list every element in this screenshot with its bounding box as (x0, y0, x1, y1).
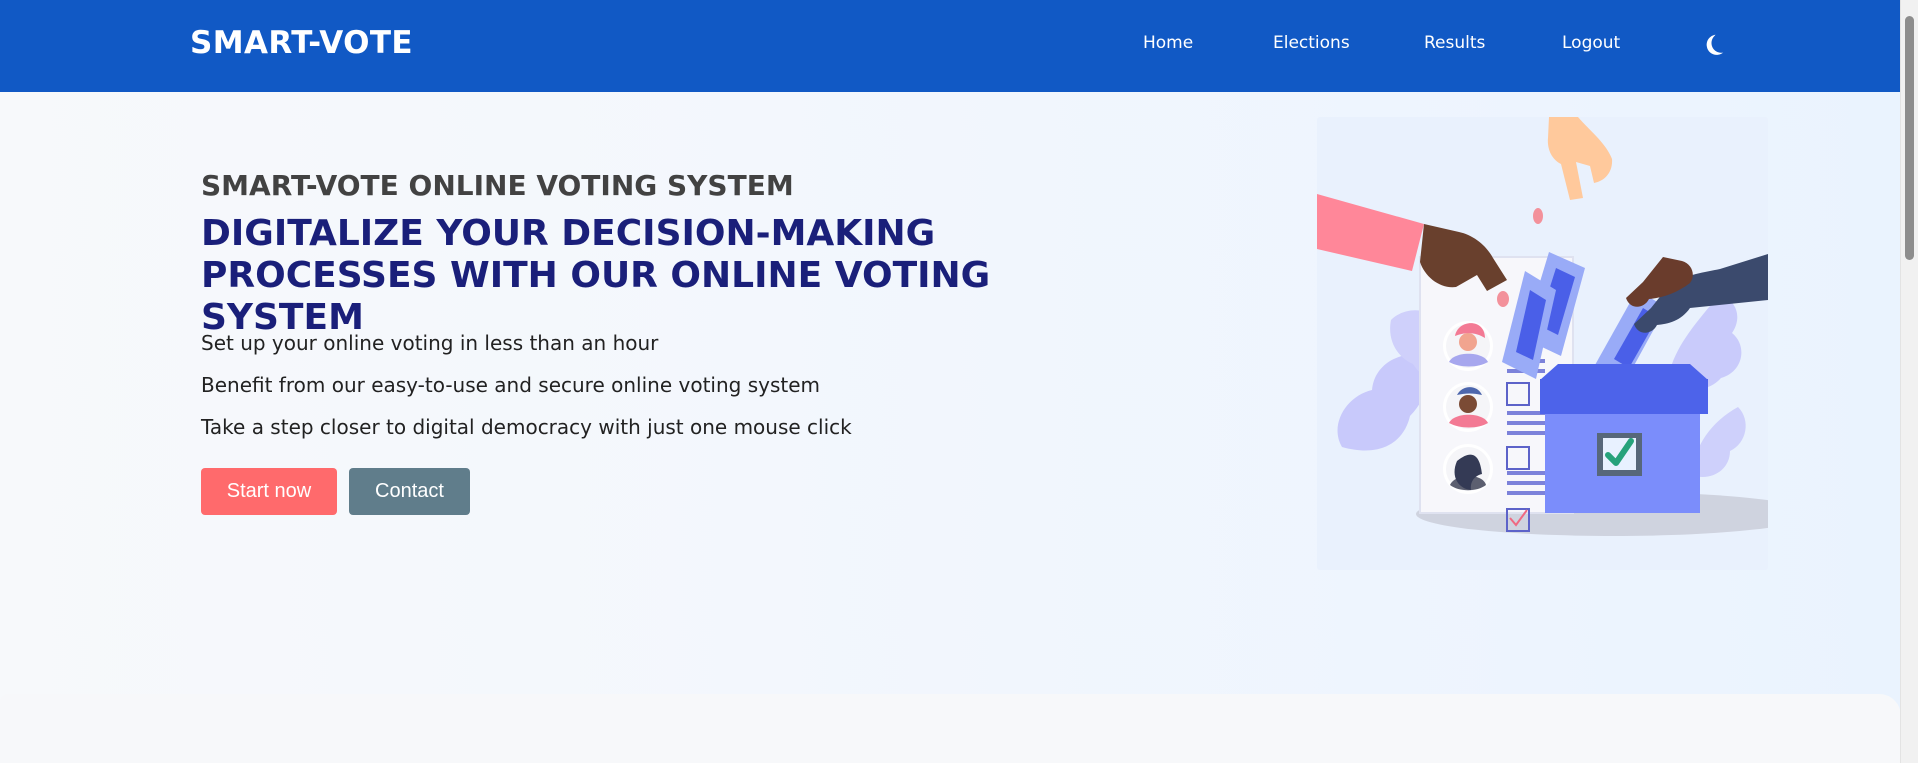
nav-link-home[interactable]: Home (1143, 32, 1193, 54)
theme-toggle-button[interactable] (1695, 28, 1729, 62)
hero-kicker: SMART-VOTE ONLINE VOTING SYSTEM (201, 169, 794, 202)
hero-copy: SMART-VOTE ONLINE VOTING SYSTEM DIGITALI… (201, 168, 1141, 339)
hero-headline: DIGITALIZE YOUR DECISION-MAKING PROCESSE… (201, 213, 991, 338)
nav-link-logout[interactable]: Logout (1562, 32, 1620, 54)
nav-link-results[interactable]: Results (1424, 32, 1485, 54)
moon-icon (1706, 34, 1724, 55)
brand-logo[interactable]: SMART-VOTE (190, 23, 413, 63)
hero-feature-setup: Set up your online voting in less than a… (201, 331, 659, 355)
vertical-scrollbar[interactable] (1900, 0, 1918, 763)
ballot-box-voting-illustration (1317, 117, 1812, 570)
hero-feature-democracy: Take a step closer to digital democracy … (201, 415, 852, 439)
top-navigation-bar: SMART-VOTE Home Elections Results Logout (0, 0, 1901, 92)
section-divider (0, 694, 1901, 763)
ballot-box-voting-illustration-svg (1317, 117, 1812, 570)
hero-feature-secure: Benefit from our easy-to-use and secure … (201, 373, 820, 397)
contact-button[interactable]: Contact (349, 468, 470, 515)
smart-vote-home-page: SMART-VOTE Home Elections Results Logout… (0, 0, 1918, 763)
start-now-button[interactable]: Start now (201, 468, 337, 515)
scrollbar-thumb[interactable] (1905, 16, 1914, 260)
nav-link-elections[interactable]: Elections (1273, 32, 1350, 54)
